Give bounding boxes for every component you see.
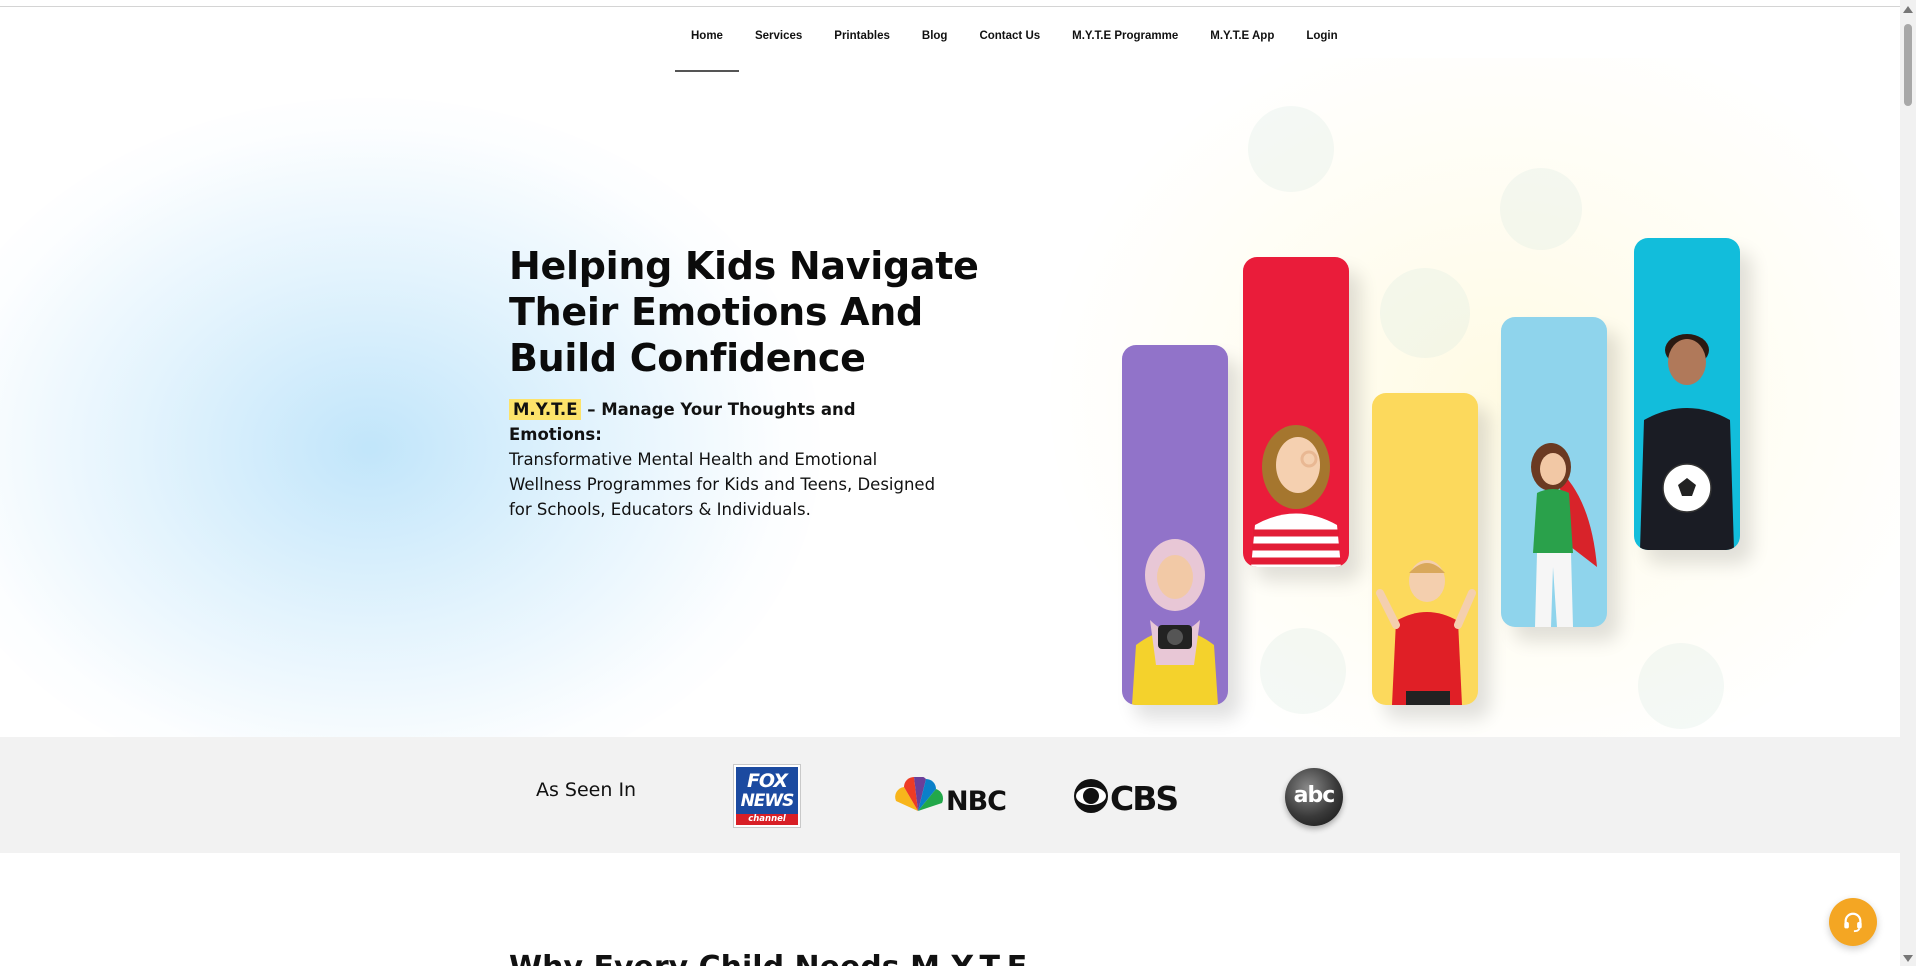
fox-logo-text: FOX <box>746 770 788 792</box>
hero-title-line: Their Emotions And <box>509 290 923 334</box>
nav-blog[interactable]: Blog <box>906 22 964 50</box>
cbs-logo: CBS <box>1074 779 1179 817</box>
nav-login[interactable]: Login <box>1290 22 1353 50</box>
girl-superhero-photo <box>1531 443 1597 627</box>
decor-bubble <box>1248 106 1334 192</box>
photo-pillar-yellow <box>1372 393 1478 705</box>
headset-icon <box>1844 912 1862 933</box>
girl-with-camera-photo <box>1132 539 1218 705</box>
fox-logo-text: NEWS <box>740 791 795 811</box>
top-border <box>0 6 1900 7</box>
decor-bubble <box>1500 168 1582 250</box>
page-scrollbar[interactable] <box>1900 0 1916 966</box>
scroll-thumb[interactable] <box>1904 24 1912 106</box>
photo-pillar-lightblue <box>1501 317 1607 627</box>
nav-printables[interactable]: Printables <box>818 22 906 50</box>
young-man-football-photo <box>1640 334 1734 550</box>
hero-background <box>0 58 1900 738</box>
nav-myte-programme[interactable]: M.Y.T.E Programme <box>1056 22 1194 50</box>
hero-body: Transformative Mental Health and Emotion… <box>509 450 936 519</box>
cbs-logo-text: CBS <box>1110 779 1177 817</box>
nbc-logo: NBC <box>895 777 1007 817</box>
scroll-up-arrow-icon[interactable] <box>1903 6 1913 13</box>
photo-pillar-teal <box>1634 238 1740 550</box>
fox-news-logo: FOX NEWS channel <box>733 764 801 828</box>
as-seen-in-section: As Seen In FOX NEWS channel NBC CBS abc <box>0 737 1900 853</box>
nav-contact-us[interactable]: Contact Us <box>963 22 1056 50</box>
decor-bubble <box>1260 628 1346 714</box>
nbc-logo-text: NBC <box>946 786 1006 817</box>
nav-home[interactable]: Home <box>675 22 739 72</box>
abc-logo: abc <box>1285 768 1343 826</box>
scroll-down-arrow-icon[interactable] <box>1903 955 1913 962</box>
photo-pillar-purple <box>1122 345 1228 705</box>
support-chat-button[interactable] <box>1829 898 1877 946</box>
nav-myte-app[interactable]: M.Y.T.E App <box>1194 22 1290 50</box>
decor-bubble <box>1380 268 1470 358</box>
hero-subtitle: M.Y.T.E – Manage Your Thoughts and Emoti… <box>509 397 949 522</box>
photo-pillar-red <box>1243 257 1349 567</box>
as-seen-in-label: As Seen In <box>536 779 637 801</box>
hero-title: Helping Kids Navigate Their Emotions And… <box>509 243 979 381</box>
myte-highlight-tag: M.Y.T.E <box>509 399 582 420</box>
hero-title-line: Build Confidence <box>509 336 866 380</box>
fox-logo-text: channel <box>736 814 798 825</box>
decor-bubble <box>1638 643 1724 729</box>
boy-red-shirt-photo <box>1376 560 1476 705</box>
why-myte-heading: Why Every Child Needs M.Y.T.E <box>509 950 1027 966</box>
nav-services[interactable]: Services <box>739 22 818 50</box>
woman-smiling-photo <box>1251 425 1341 567</box>
main-nav: Home Services Printables Blog Contact Us… <box>675 22 1354 72</box>
hero-title-line: Helping Kids Navigate <box>509 244 979 288</box>
